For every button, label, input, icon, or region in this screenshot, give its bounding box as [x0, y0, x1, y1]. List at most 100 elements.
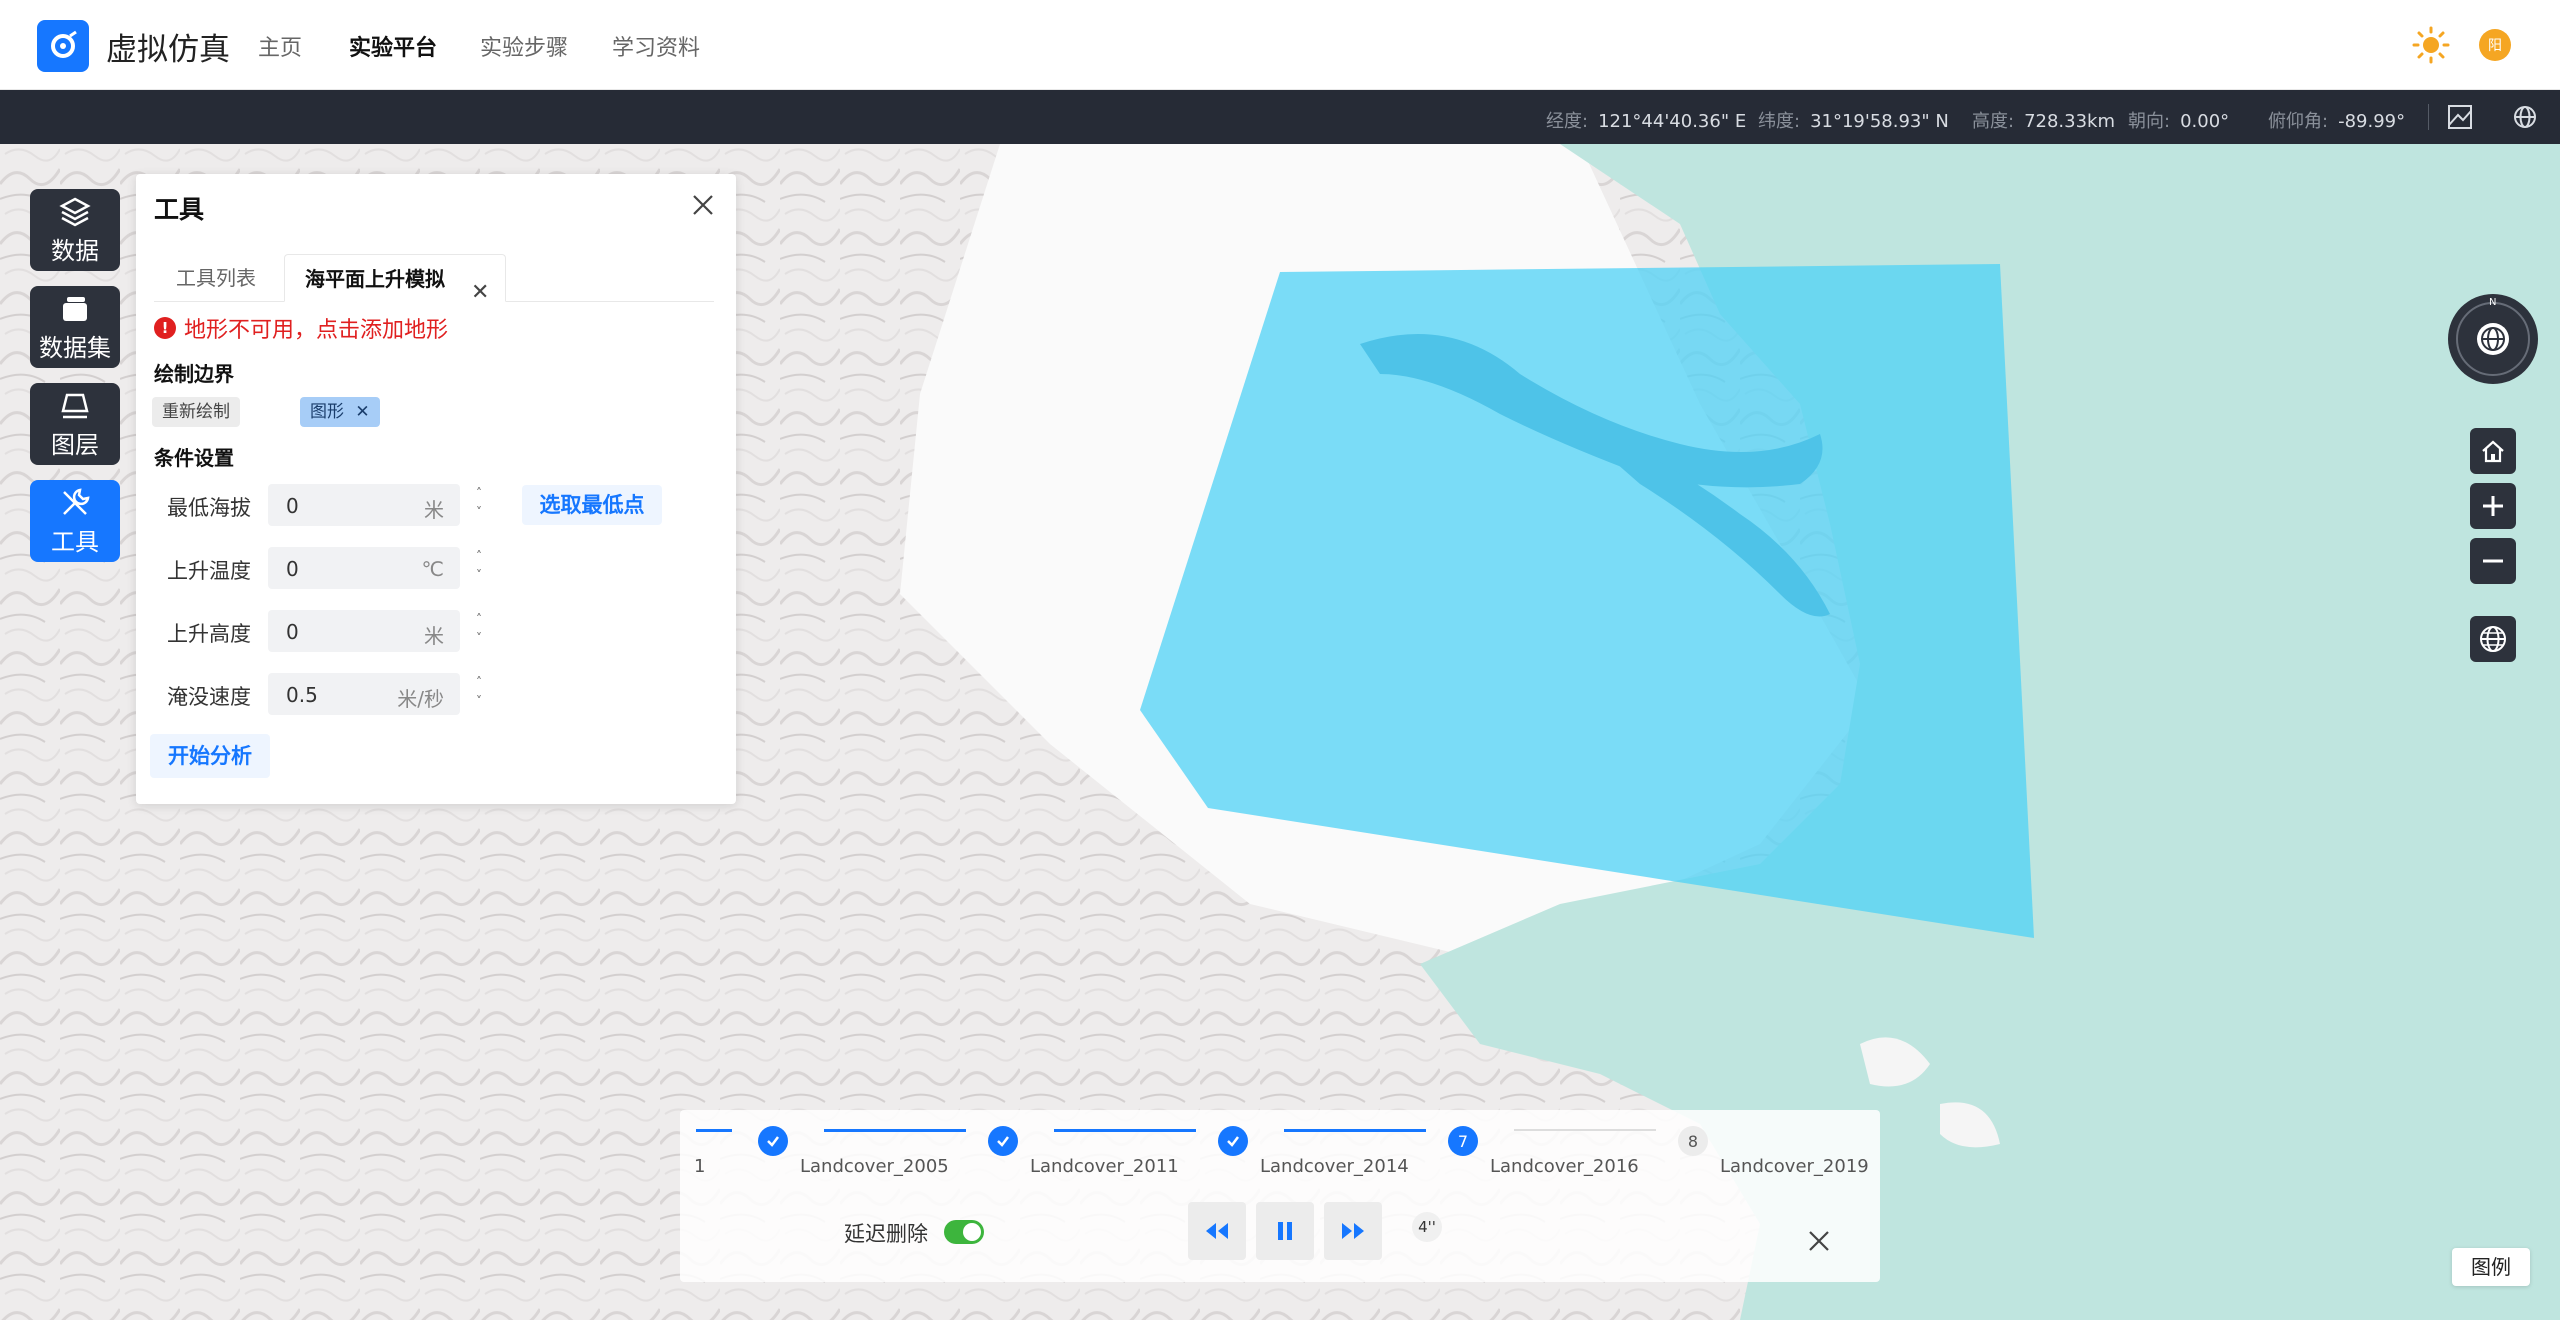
longitude-readout: 经度: 121°44'40.36" E [1546, 111, 1747, 132]
layer-icon [61, 393, 89, 418]
sidebar-tools-button[interactable]: 工具 [30, 480, 120, 562]
sidebar-dataset-label: 数据集 [39, 333, 111, 362]
home-button[interactable] [2470, 428, 2516, 474]
home-icon [2482, 440, 2504, 463]
step-connector [1054, 1129, 1196, 1132]
flood-speed-label: 淹没速度 [167, 685, 251, 709]
height-rise-stepper[interactable]: ˄ ˅ [470, 610, 488, 652]
step-label-2005: Landcover_2005 [800, 1156, 949, 1177]
sidebar-tools-label: 工具 [51, 527, 99, 556]
error-icon: ! [154, 317, 176, 339]
step-connector [824, 1129, 966, 1132]
sun-icon[interactable] [2412, 26, 2450, 64]
nav-home[interactable]: 主页 [258, 30, 302, 62]
fast-forward-icon [1342, 1223, 1364, 1239]
tab-close-icon[interactable]: ✕ [471, 269, 489, 317]
start-analysis-button[interactable]: 开始分析 [150, 734, 270, 778]
delay-delete-toggle[interactable] [944, 1220, 984, 1244]
close-icon[interactable] [1806, 1228, 1832, 1254]
zoom-out-button[interactable] [2470, 538, 2516, 584]
top-header: 虚拟仿真 主页 实验平台 实验步骤 学习资料 阳 [0, 0, 2560, 90]
step-connector [1514, 1129, 1656, 1131]
step-done-2011[interactable] [988, 1126, 1018, 1156]
min-elevation-input[interactable]: 0米 [268, 484, 460, 526]
sidebar-data-label: 数据 [51, 236, 99, 265]
step-connector [696, 1129, 732, 1132]
terrain-error[interactable]: ! 地形不可用，点击添加地形 [154, 312, 448, 344]
redraw-button[interactable]: 重新绘制 [152, 397, 240, 427]
step-done-2005[interactable] [758, 1126, 788, 1156]
conditions-heading: 条件设置 [154, 446, 234, 470]
check-icon [767, 1136, 779, 1147]
sidebar-layer-label: 图层 [51, 430, 99, 459]
tool-panel: 工具 工具列表 海平面上升模拟 ✕ ! 地形不可用，点击添加地形 绘制边界 重新… [136, 174, 736, 804]
altitude-readout: 高度: 728.33km [1972, 111, 2116, 132]
step-connector [1284, 1129, 1426, 1132]
draw-boundary-heading: 绘制边界 [154, 362, 234, 386]
logo-icon [51, 30, 77, 58]
shape-tag-close-icon[interactable]: ✕ [355, 402, 369, 422]
step-label-2011: Landcover_2011 [1030, 1156, 1179, 1177]
step-done-2014[interactable] [1218, 1126, 1248, 1156]
layers-icon [59, 197, 91, 226]
plus-icon [2483, 496, 2503, 516]
tab-sea-level-rise[interactable]: 海平面上升模拟 ✕ [284, 254, 506, 305]
flood-speed-stepper[interactable]: ˄ ˅ [470, 673, 488, 715]
temperature-rise-stepper[interactable]: ˄ ˅ [470, 547, 488, 589]
close-icon[interactable] [688, 190, 718, 220]
tab-sea-level-rise-label: 海平面上升模拟 [305, 267, 445, 291]
rewind-icon [1206, 1223, 1228, 1239]
sidebar-data-button[interactable]: 数据 [30, 189, 120, 271]
user-avatar[interactable]: 阳 [2479, 29, 2511, 61]
min-elevation-stepper[interactable]: ˄ ˅ [470, 484, 488, 526]
height-rise-input[interactable]: 0米 [268, 610, 460, 652]
terrain-error-text[interactable]: 地形不可用，点击添加地形 [184, 312, 448, 344]
zoom-in-button[interactable] [2470, 483, 2516, 529]
playback-speed[interactable]: 4'' [1412, 1212, 1442, 1242]
step-label-2019: Landcover_2019 [1720, 1156, 1869, 1177]
temperature-rise-input[interactable]: 0 ℃ [268, 547, 460, 589]
compass-widget[interactable]: N [2448, 294, 2538, 384]
globe-view-button[interactable] [2470, 616, 2516, 662]
temperature-rise-label: 上升温度 [167, 559, 251, 583]
nav-steps[interactable]: 实验步骤 [480, 30, 568, 62]
check-icon [997, 1136, 1009, 1147]
tab-tool-list[interactable]: 工具列表 [158, 254, 274, 302]
compass-north-label: N [2489, 297, 2497, 308]
pause-icon [1278, 1222, 1292, 1240]
pick-lowest-point-button[interactable]: 选取最低点 [522, 485, 662, 525]
globe-icon[interactable] [2511, 103, 2539, 131]
shape-tag-label: 图形 [310, 402, 344, 422]
globe-icon [2480, 626, 2506, 652]
nav-platform[interactable]: 实验平台 [349, 30, 437, 62]
heading-readout: 朝向: 0.00° [2128, 111, 2230, 132]
step-pending-2019[interactable]: 8 [1678, 1126, 1708, 1156]
tools-icon [63, 487, 90, 515]
pause-button[interactable] [1256, 1202, 1314, 1260]
nav-materials[interactable]: 学习资料 [612, 30, 700, 62]
legend-button[interactable]: 图例 [2452, 1248, 2530, 1286]
app-title: 虚拟仿真 [106, 32, 230, 68]
step-label-2016: Landcover_2016 [1490, 1156, 1639, 1177]
delay-delete-label: 延迟删除 [844, 1222, 928, 1246]
dataset-icon [63, 296, 87, 321]
coordinate-statusbar: 经度: 121°44'40.36" E 纬度: 31°19'58.93" N 高度:… [0, 90, 2560, 144]
flood-speed-input[interactable]: 0.5 米/秒 [268, 673, 460, 715]
map-image-icon[interactable] [2446, 103, 2474, 131]
app-logo[interactable] [37, 20, 89, 72]
sidebar-dataset-button[interactable]: 数据集 [30, 286, 120, 368]
sidebar-layer-button[interactable]: 图层 [30, 383, 120, 465]
min-elevation-label: 最低海拔 [167, 496, 251, 520]
rewind-button[interactable] [1188, 1202, 1246, 1260]
pitch-readout: 俯仰角: -89.99° [2268, 111, 2406, 132]
minus-icon [2483, 559, 2503, 563]
panel-tabs: 工具列表 海平面上升模拟 ✕ [154, 254, 714, 305]
height-rise-label: 上升高度 [167, 622, 251, 646]
step-partial-label: 1 [694, 1156, 706, 1177]
check-icon [1227, 1136, 1239, 1147]
shape-tag[interactable]: 图形 ✕ [300, 397, 380, 427]
fast-forward-button[interactable] [1324, 1202, 1382, 1260]
timeline-panel: 1 Landcover_2005 Landcover_2011 Landcove… [680, 1110, 1880, 1282]
step-current-2016[interactable]: 7 [1448, 1126, 1478, 1156]
panel-title: 工具 [154, 195, 205, 224]
